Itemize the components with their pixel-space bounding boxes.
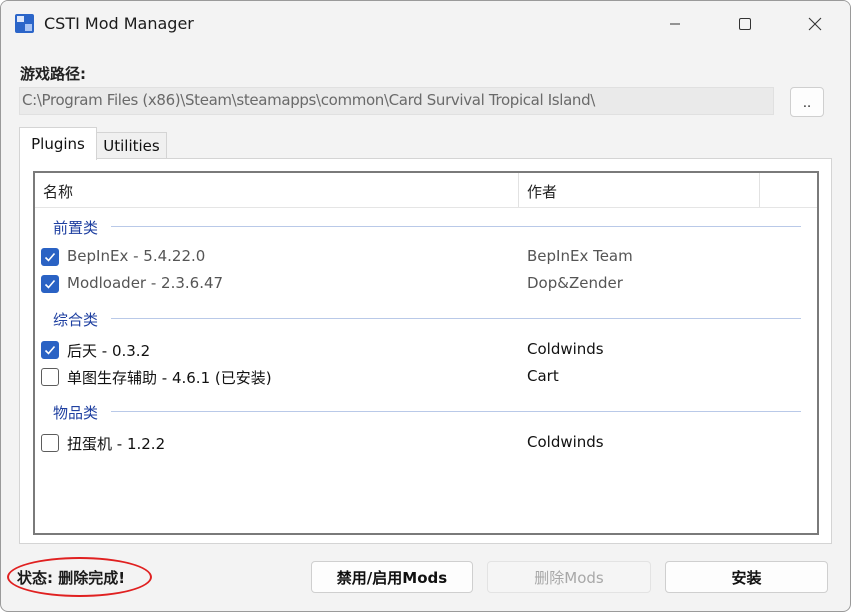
mod-name: 扭蛋机 - 1.2.2 [67,435,166,453]
mod-name: BepInEx - 5.4.22.0 [67,247,206,265]
close-button[interactable] [780,1,850,47]
checkmark-icon [44,345,56,355]
tab-plugins[interactable]: Plugins [19,127,97,160]
mod-author: Coldwinds [527,340,604,358]
checkbox-checked[interactable] [41,275,59,293]
mod-name: Modloader - 2.3.6.47 [67,274,224,292]
list-item[interactable]: 扭蛋机 - 1.2.2 Coldwinds [41,432,811,454]
checkmark-icon [44,252,56,262]
mod-author: Coldwinds [527,433,604,451]
mod-author: Cart [527,367,559,385]
column-header-name[interactable]: 名称 [43,181,73,202]
install-button[interactable]: 安装 [665,561,828,593]
mod-list[interactable]: 名称 作者 前置类 BepInEx - 5.4.22.0 BepInEx Tea… [33,171,819,535]
minimize-button[interactable] [640,1,710,47]
maximize-button[interactable] [710,1,780,47]
game-path-field[interactable]: C:\Program Files (x86)\Steam\steamapps\c… [19,87,774,115]
list-item[interactable]: 后天 - 0.3.2 Coldwinds [41,339,811,361]
plugins-panel: 名称 作者 前置类 BepInEx - 5.4.22.0 BepInEx Tea… [19,158,832,544]
group-divider [111,411,801,412]
maximize-icon [739,18,751,30]
group-header-prerequisites: 前置类 [53,219,99,237]
column-header-author[interactable]: 作者 [527,181,557,202]
game-path-label: 游戏路径: [20,65,86,83]
mod-author: Dop&Zender [527,274,623,292]
list-item[interactable]: BepInEx - 5.4.22.0 BepInEx Team [41,246,811,268]
group-divider [111,318,801,319]
list-header: 名称 作者 [35,173,817,208]
highlight-ellipse [7,557,152,597]
window-title: CSTI Mod Manager [44,14,194,33]
checkbox-unchecked[interactable] [41,368,59,386]
column-divider[interactable] [759,173,760,207]
delete-mods-button[interactable]: 删除Mods [487,561,651,593]
main-window: CSTI Mod Manager 游戏路径: C:\Program Files … [0,0,851,612]
mod-author: BepInEx Team [527,247,633,265]
checkmark-icon [44,279,56,289]
list-item[interactable]: Modloader - 2.3.6.47 Dop&Zender [41,273,811,295]
checkbox-unchecked[interactable] [41,434,59,452]
browse-button[interactable]: .. [790,87,824,117]
column-divider[interactable] [518,173,519,207]
checkbox-checked[interactable] [41,248,59,266]
app-icon [15,14,34,33]
list-item[interactable]: 单图生存辅助 - 4.6.1 (已安装) Cart [41,366,811,388]
group-divider [111,226,801,227]
mod-name: 单图生存辅助 - 4.6.1 (已安装) [67,369,272,387]
mod-name: 后天 - 0.3.2 [67,342,151,360]
title-bar[interactable]: CSTI Mod Manager [1,1,850,47]
close-icon [808,17,822,31]
group-header-general: 综合类 [53,311,99,329]
checkbox-checked[interactable] [41,341,59,359]
toggle-mods-button[interactable]: 禁用/启用Mods [311,561,473,593]
tab-utilities[interactable]: Utilities [97,132,167,159]
minimize-icon [670,23,680,25]
group-header-items: 物品类 [53,404,99,422]
